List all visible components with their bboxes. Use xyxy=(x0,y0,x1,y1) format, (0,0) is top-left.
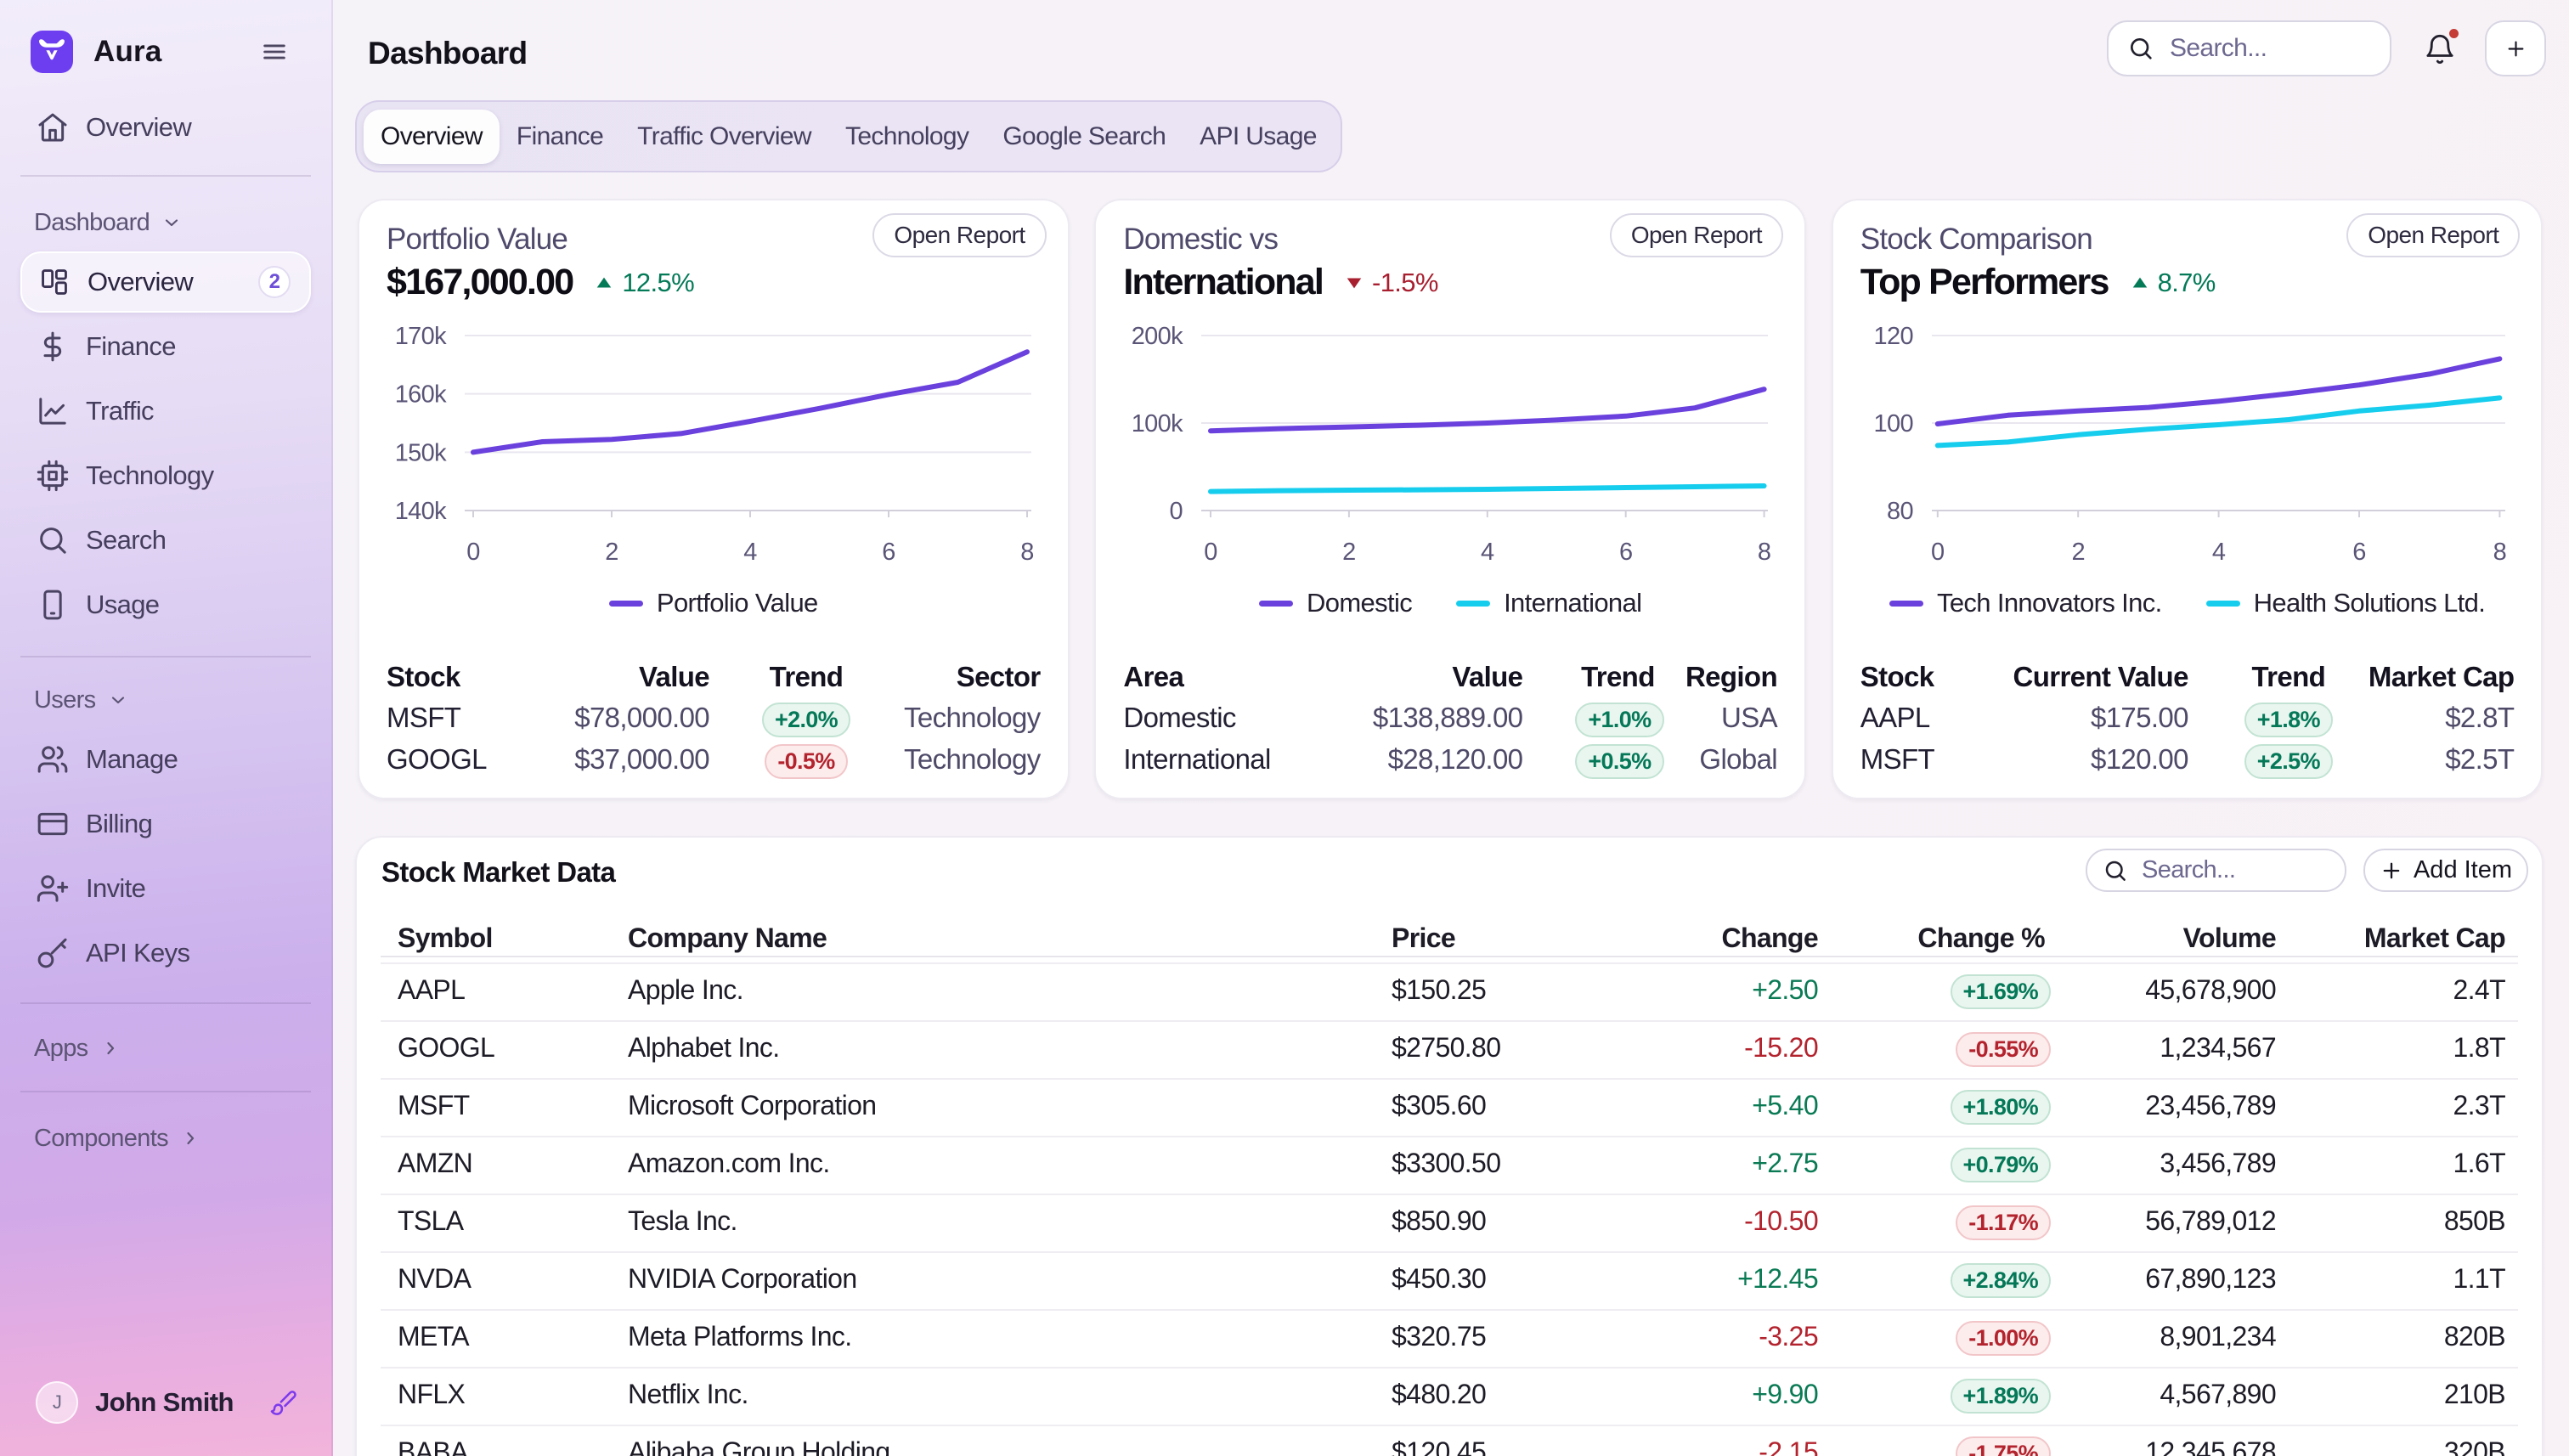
svg-text:0: 0 xyxy=(466,539,479,566)
svg-text:0: 0 xyxy=(1931,539,1944,566)
svg-text:8: 8 xyxy=(1020,539,1033,566)
svg-text:0: 0 xyxy=(1170,498,1183,525)
svg-text:2: 2 xyxy=(2071,539,2084,566)
svg-text:140k: 140k xyxy=(395,498,447,525)
svg-text:160k: 160k xyxy=(395,381,447,409)
svg-text:6: 6 xyxy=(2352,539,2365,566)
svg-text:120: 120 xyxy=(1873,323,1912,350)
svg-text:4: 4 xyxy=(2212,539,2226,566)
svg-text:170k: 170k xyxy=(395,323,447,350)
svg-text:8: 8 xyxy=(2493,539,2505,566)
svg-text:200k: 200k xyxy=(1132,323,1183,350)
svg-text:100k: 100k xyxy=(1132,410,1183,437)
svg-text:4: 4 xyxy=(1481,539,1494,566)
svg-text:80: 80 xyxy=(1887,498,1913,525)
svg-text:8: 8 xyxy=(1758,539,1770,566)
svg-text:2: 2 xyxy=(1343,539,1356,566)
svg-text:100: 100 xyxy=(1873,410,1912,437)
svg-text:6: 6 xyxy=(1619,539,1632,566)
svg-text:4: 4 xyxy=(743,539,757,566)
svg-text:6: 6 xyxy=(882,539,895,566)
svg-text:150k: 150k xyxy=(395,439,447,466)
svg-text:0: 0 xyxy=(1205,539,1217,566)
svg-text:2: 2 xyxy=(605,539,618,566)
